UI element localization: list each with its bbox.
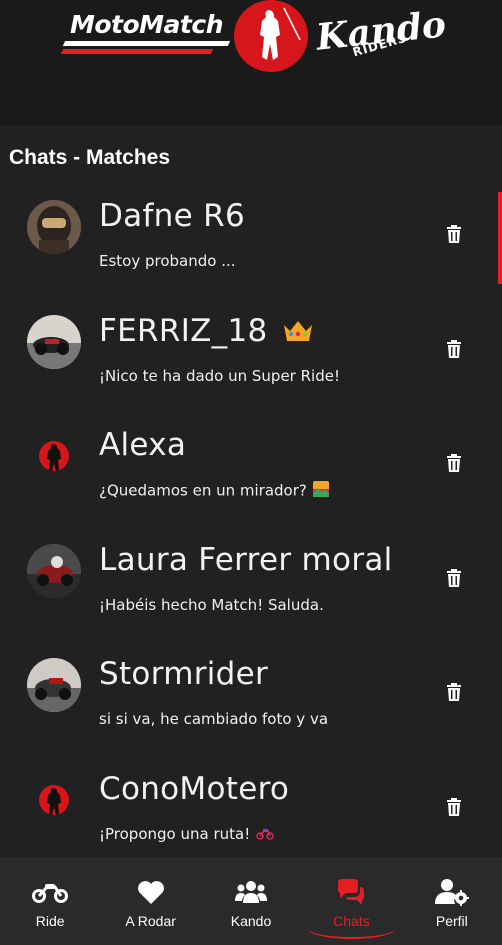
chat-icon <box>332 877 370 907</box>
trash-icon[interactable] <box>446 569 462 587</box>
chat-item[interactable]: FERRIZ_18 ¡Nico te ha dado un Super Ride… <box>0 291 502 401</box>
brand-stripes <box>60 41 232 59</box>
chat-last-message: ¿Quedamos en un mirador? <box>99 481 329 501</box>
nav-label: Perfil <box>435 913 468 929</box>
avatar <box>27 315 81 369</box>
chat-last-message: ¡Habéis hecho Match! Saluda. <box>99 596 324 614</box>
trash-icon[interactable] <box>446 683 462 701</box>
page-title: Chats - Matches <box>9 146 171 169</box>
rider-emblem-icon <box>234 0 308 72</box>
chat-item[interactable]: ConoMotero ¡Propongo una ruta! <box>0 749 502 859</box>
chat-last-message-text: ¡Propongo una ruta! <box>99 825 251 843</box>
chat-item[interactable]: Alexa ¿Quedamos en un mirador? <box>0 405 502 515</box>
avatar <box>27 544 81 598</box>
app-header: MotoMatch Kando RIDERS <box>0 0 502 125</box>
group-icon <box>232 877 270 907</box>
crown-icon <box>282 315 314 351</box>
nav-label: Ride <box>35 913 65 929</box>
avatar <box>27 200 81 254</box>
brand-left-text: MotoMatch <box>70 10 224 39</box>
chat-name: Dafne R6 <box>99 198 246 234</box>
chat-item[interactable]: Dafne R6 Estoy probando ... <box>0 176 502 286</box>
chat-name: Alexa <box>99 427 187 463</box>
kando-logo-icon <box>27 773 81 827</box>
landscape-icon <box>312 481 329 501</box>
brand-logo: MotoMatch Kando RIDERS <box>60 0 448 74</box>
nav-item-a-rodar[interactable]: A Rodar <box>100 857 200 945</box>
chat-item[interactable]: Stormrider si si va, he cambiado foto y … <box>0 634 502 744</box>
chat-last-message: ¡Propongo una ruta! <box>99 825 274 844</box>
nav-item-perfil[interactable]: Perfil <box>402 857 502 945</box>
kando-logo-icon <box>27 429 81 483</box>
chat-name-text: FERRIZ_18 <box>99 313 268 349</box>
trash-icon[interactable] <box>446 225 462 243</box>
chat-last-message: Estoy probando ... <box>99 252 236 270</box>
active-tab-indicator <box>307 917 396 939</box>
chat-name: Laura Ferrer moral <box>99 542 393 578</box>
nav-label: Kando <box>230 913 272 929</box>
trash-icon[interactable] <box>446 340 462 358</box>
nav-item-kando[interactable]: Kando <box>201 857 301 945</box>
trash-icon[interactable] <box>446 454 462 472</box>
trash-icon[interactable] <box>446 798 462 816</box>
nav-item-ride[interactable]: Ride <box>0 857 100 945</box>
bottom-nav: Ride A Rodar Kando Chats Perfil <box>0 857 502 945</box>
nav-item-chats[interactable]: Chats <box>301 857 401 945</box>
motorcycle-icon <box>256 826 274 844</box>
chat-item[interactable]: Laura Ferrer moral ¡Habéis hecho Match! … <box>0 520 502 630</box>
nav-label: A Rodar <box>125 913 176 929</box>
chat-last-message: si si va, he cambiado foto y va <box>99 710 329 728</box>
motorcycle-icon <box>31 877 69 907</box>
avatar <box>27 658 81 712</box>
chat-last-message: ¡Nico te ha dado un Super Ride! <box>99 367 340 385</box>
user-settings-icon <box>433 877 471 907</box>
chat-name: ConoMotero <box>99 771 290 807</box>
heart-icon <box>132 877 170 907</box>
chat-last-message-text: ¿Quedamos en un mirador? <box>99 481 307 500</box>
chat-name: Stormrider <box>99 656 269 692</box>
chat-name: FERRIZ_18 <box>99 313 314 351</box>
